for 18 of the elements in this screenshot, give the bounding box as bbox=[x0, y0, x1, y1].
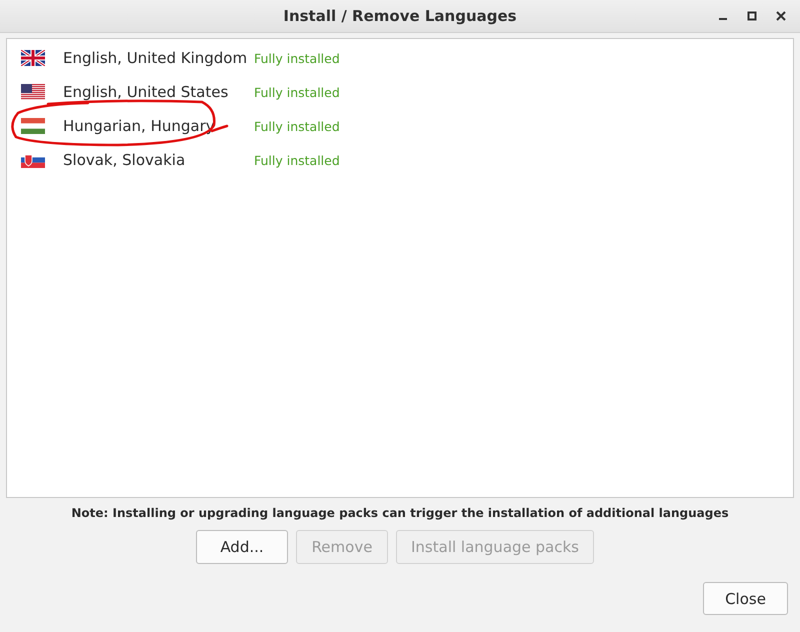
language-name[interactable]: English, United Kingdom bbox=[63, 49, 254, 67]
flag-icon bbox=[21, 152, 45, 168]
flag-icon bbox=[21, 50, 45, 66]
language-name[interactable]: Hungarian, Hungary bbox=[63, 117, 254, 135]
install-status: Fully installed bbox=[254, 152, 340, 168]
maximize-icon[interactable] bbox=[747, 11, 757, 21]
note-text: Note: Installing or upgrading language packs can trigger the installation of additional languages bbox=[70, 506, 730, 520]
close-button[interactable]: Close bbox=[703, 582, 788, 615]
install-status: Fully installed bbox=[254, 50, 340, 66]
install-status: Fully installed bbox=[254, 84, 340, 100]
flag-icon bbox=[21, 118, 45, 134]
close-icon[interactable] bbox=[776, 11, 786, 21]
window-title: Install / Remove Languages bbox=[283, 7, 517, 25]
language-name[interactable]: Slovak, Slovakia bbox=[63, 151, 254, 169]
flag-icon bbox=[21, 84, 45, 100]
install-status: Fully installed bbox=[254, 118, 340, 134]
language-name[interactable]: English, United States bbox=[63, 83, 254, 101]
action-button[interactable]: Add... bbox=[196, 530, 288, 564]
